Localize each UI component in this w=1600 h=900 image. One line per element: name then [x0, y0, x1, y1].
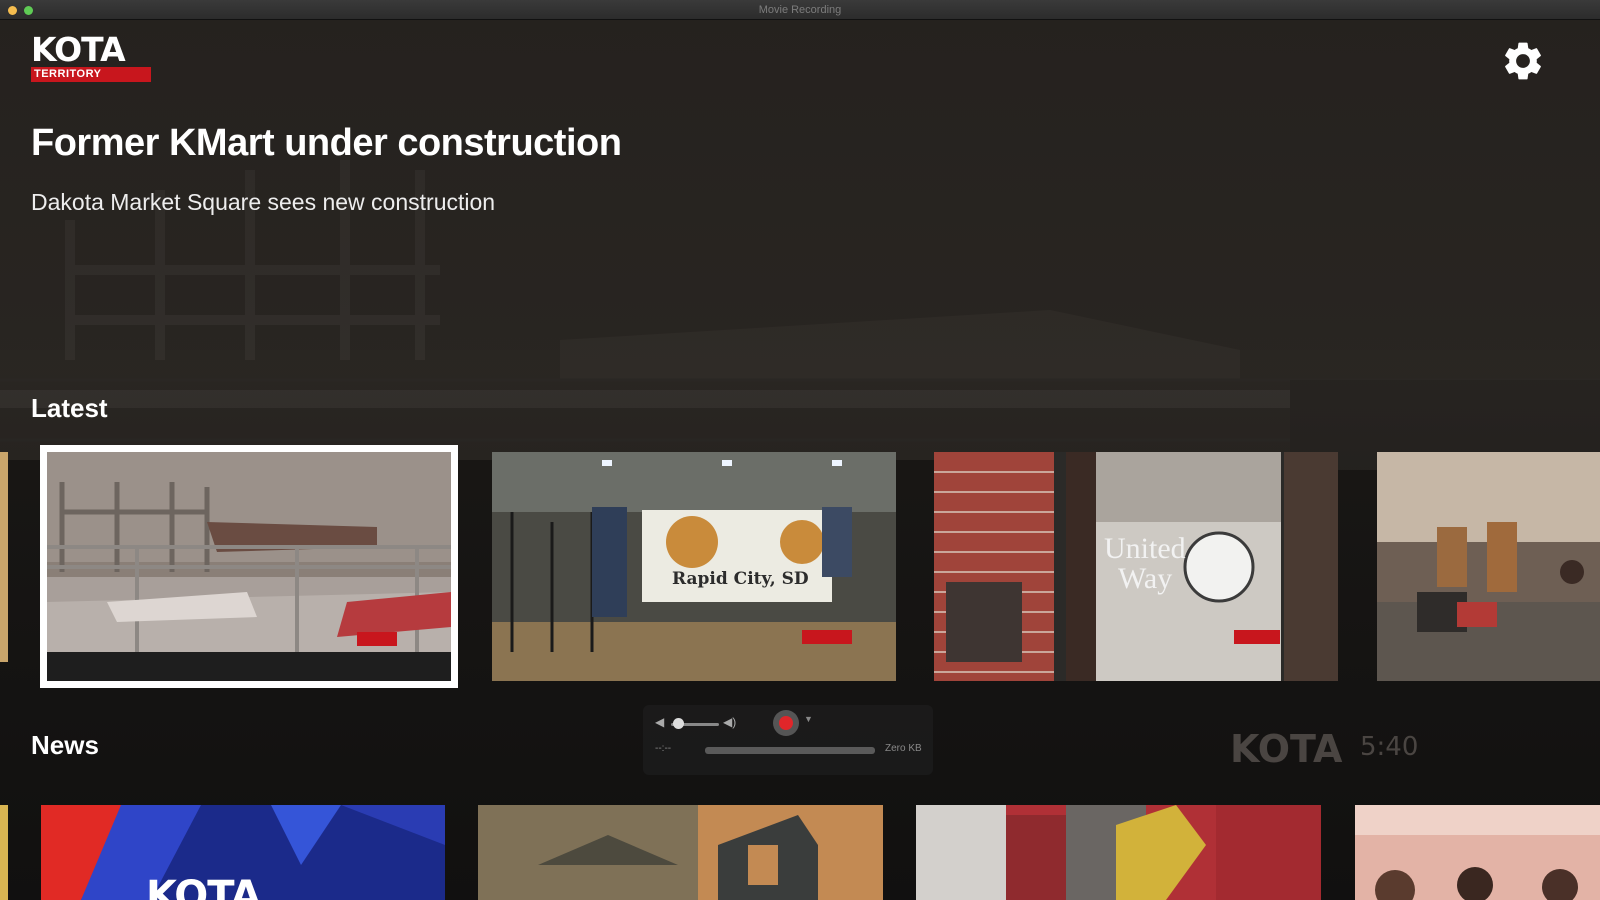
- news-thumb-storefront[interactable]: [478, 805, 883, 900]
- volume-high-icon: ◀): [723, 715, 737, 729]
- news-thumb-kota-graphic[interactable]: KOTA: [41, 805, 445, 900]
- latest-thumb-rodeo[interactable]: Rapid City, SD: [492, 452, 896, 681]
- app-window: Movie Recording KOTA 5:40 KOTA TERRITORY…: [0, 0, 1600, 900]
- kota-graphic-text: KOTA: [146, 873, 261, 900]
- recording-progress-bar: [705, 747, 875, 754]
- previous-news-peek[interactable]: [0, 805, 8, 900]
- news-thumb-group-photo[interactable]: [1355, 805, 1600, 900]
- hero-title: Former KMart under construction: [31, 122, 622, 164]
- hero-subtitle: Dakota Market Square sees new constructi…: [31, 189, 496, 215]
- banner-text: Rapid City, SD: [672, 569, 809, 589]
- window-title: Movie Recording: [758, 4, 842, 16]
- settings-gear-icon[interactable]: [1500, 38, 1546, 84]
- latest-thumb-classroom[interactable]: [1377, 452, 1600, 681]
- recording-file-size: Zero KB: [885, 743, 922, 754]
- volume-low-icon: ◀: [655, 715, 665, 729]
- latest-thumb-construction[interactable]: [40, 445, 458, 688]
- recording-timer: --:--: [655, 743, 672, 754]
- section-title-latest: Latest: [31, 393, 108, 423]
- recording-controls-panel: ◀ ◀) ▼ --:-- Zero KB: [643, 705, 933, 775]
- svg-text:5:40: 5:40: [1360, 732, 1418, 762]
- volume-slider-knob[interactable]: [673, 718, 684, 729]
- sign-text-line1: United: [1104, 532, 1186, 565]
- sign-text-line2: Way: [1118, 562, 1173, 595]
- watermark-logo: KOTA: [1230, 727, 1343, 771]
- news-thumb-fire-truck[interactable]: [916, 805, 1321, 900]
- section-title-news: News: [31, 730, 99, 760]
- record-button[interactable]: [773, 710, 799, 736]
- previous-item-peek[interactable]: [0, 452, 8, 662]
- record-options-chevron-icon[interactable]: ▼: [804, 714, 813, 724]
- title-bar: Movie Recording: [0, 0, 1600, 20]
- kota-territory-logo: KOTA TERRITORY: [31, 33, 151, 85]
- latest-thumb-united-way[interactable]: United Way: [934, 452, 1338, 681]
